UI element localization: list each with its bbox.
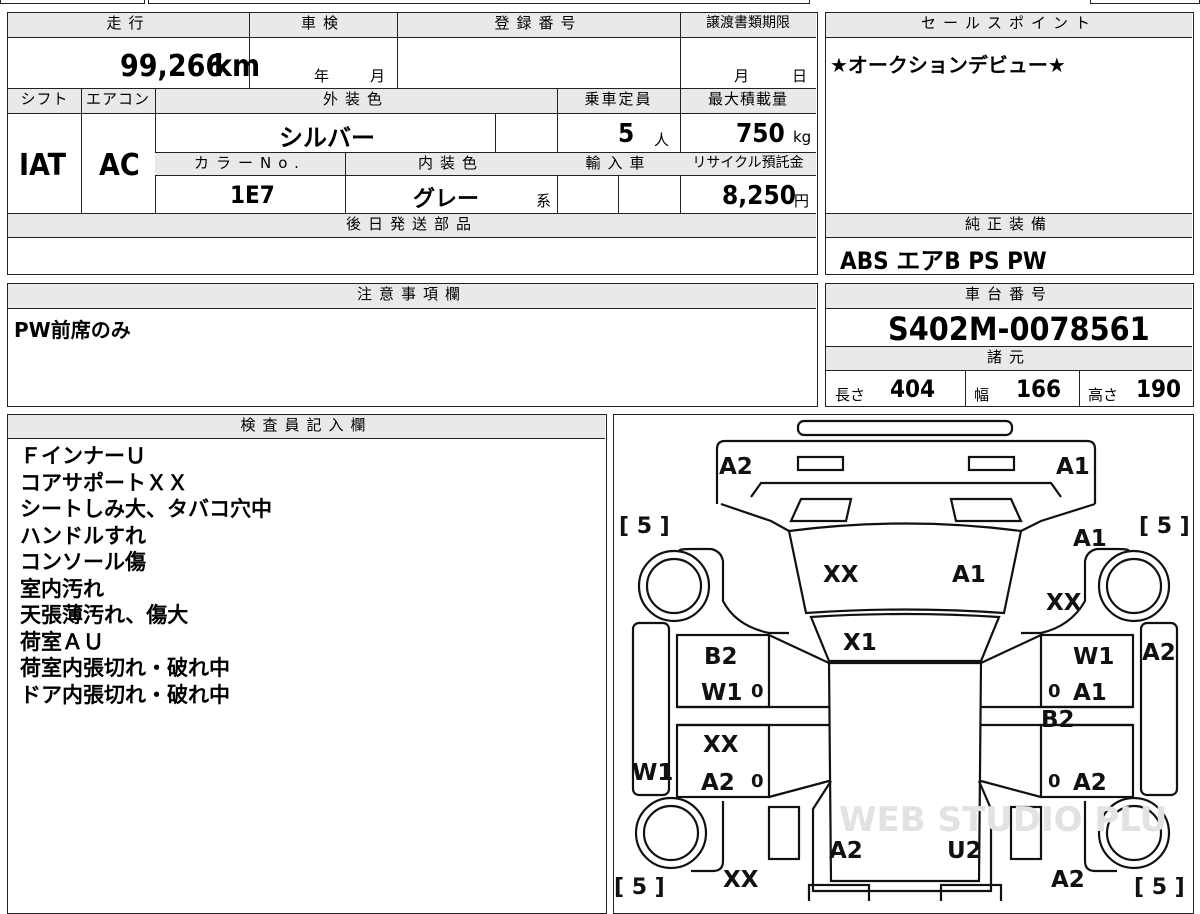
transfer-day: 日	[792, 67, 808, 85]
transfer-deadline-header: 譲渡書類期限	[680, 13, 816, 38]
exterior-color-header: 外装色	[155, 89, 557, 114]
max-load-unit: kg	[793, 128, 812, 146]
color-no-value: 1E7	[230, 181, 275, 209]
inspector-line: ＦインナーＵ	[20, 444, 146, 468]
shift-value: IAT	[19, 148, 67, 183]
capacity-header: 乗車定員	[557, 89, 680, 114]
mark-windshield: X1	[843, 630, 877, 656]
inspector-line: 天張薄汚れ、傷大	[20, 603, 189, 627]
mark-roof-left: A2	[829, 838, 863, 864]
inspector-line: 室内汚れ	[20, 576, 104, 601]
interior-color-suffix: 系	[536, 192, 552, 210]
tire-rating: [ 5 ]	[1139, 514, 1190, 539]
spec-grid: 走行 車検 登録番号 譲渡書類期限 99,266 km 年 月 月 日 シフト …	[7, 12, 818, 275]
inspector-line: コンソール傷	[20, 550, 146, 574]
damage-diagram-box: [ 5 ] [ 5 ] [ 5 ] [ 5 ] 0 0 0 0 A2 A1 XX…	[613, 414, 1194, 914]
sales-point-header: セールスポイント	[826, 13, 1192, 38]
mark-hood-left: XX	[823, 562, 859, 588]
length-label: 長さ	[835, 386, 866, 404]
shaken-header: 車検	[249, 13, 397, 38]
notes-text: PW前席のみ	[14, 318, 131, 342]
mileage-header: 走行	[8, 13, 249, 38]
mark-rear-right: A2	[1051, 867, 1085, 893]
top-strip-right	[1090, 0, 1200, 4]
mileage-unit: km	[214, 49, 261, 84]
zero-mark: 0	[1048, 771, 1061, 792]
top-strip-mid	[148, 0, 810, 4]
recycle-fee-header: リサイクル預託金	[680, 153, 816, 176]
recycle-fee-unit: 円	[794, 192, 810, 210]
tire-rating: [ 5 ]	[619, 514, 670, 539]
mark-fender-right: XX	[1046, 590, 1082, 616]
zero-mark: 0	[751, 681, 764, 702]
shaken-month: 月	[370, 67, 386, 85]
interior-color-value: グレー	[413, 187, 480, 212]
chassis-header: 車台番号	[826, 284, 1192, 309]
tire-rating: [ 5 ]	[1134, 875, 1185, 900]
mark-rear-door-left-2: A2	[701, 770, 735, 796]
capacity-unit: 人	[654, 131, 670, 149]
width-value: 166	[1016, 375, 1062, 403]
chassis-value: S402M-0078561	[888, 310, 1150, 348]
equipment-text: ABS エアB PS PW	[840, 247, 1047, 275]
mark-front-door-right-2: A1	[1073, 680, 1107, 706]
sales-point-box: セールスポイント ★オークションデビュー★ 純正装備 ABS エアB PS PW	[825, 12, 1194, 275]
recycle-fee-value: 8,250	[722, 181, 796, 211]
mark-front-door-left-2: W1	[701, 680, 742, 706]
mark-fender-right-top: A1	[1073, 526, 1107, 552]
shaken-year: 年	[314, 67, 330, 85]
top-strip-left	[0, 0, 145, 4]
mileage-value: 99,266	[120, 49, 225, 84]
interior-color-header: 内装色	[345, 153, 557, 176]
height-value: 190	[1136, 375, 1182, 403]
mark-side-right: A2	[1142, 640, 1176, 666]
mark-front-door-right-1: W1	[1073, 644, 1114, 670]
inspector-header: 検査員記入欄	[8, 415, 605, 439]
width-label: 幅	[974, 386, 990, 404]
notes-box: 注意事項欄 PW前席のみ	[7, 283, 818, 407]
car-diagram: [ 5 ] [ 5 ] [ 5 ] [ 5 ] 0 0 0 0 A2 A1 XX…	[614, 419, 1190, 901]
max-load-value: 750	[736, 119, 785, 149]
mark-hood-right: A1	[952, 562, 986, 588]
inspector-line: ハンドルすれ	[20, 523, 146, 548]
max-load-header: 最大積載量	[680, 89, 816, 114]
mark-side-left: W1	[632, 760, 673, 786]
notes-header: 注意事項欄	[8, 284, 816, 309]
height-label: 高さ	[1088, 386, 1119, 404]
inspector-line: ドア内張切れ・破れ中	[20, 682, 230, 707]
sales-point-text: ★オークションデビュー★	[830, 53, 1066, 77]
mark-front-right: A1	[1056, 454, 1090, 480]
length-value: 404	[890, 375, 936, 403]
exterior-color-value: シルバー	[279, 124, 375, 152]
shift-header: シフト	[8, 89, 81, 114]
mark-rear-door-left-1: XX	[703, 732, 739, 758]
inspector-box: 検査員記入欄 ＦインナーＵ コアサポートＸＸ シートしみ大、タバコ穴中 ハンドル…	[7, 414, 607, 914]
imported-header: 輸入車	[557, 153, 680, 176]
chassis-box: 車台番号 S402M-0078561 諸元 長さ 404 幅 166 高さ 19…	[825, 283, 1194, 407]
specs-header: 諸元	[826, 347, 1192, 371]
zero-mark: 0	[1048, 681, 1061, 702]
mark-roof-right: U2	[947, 838, 982, 864]
later-parts-header: 後日発送部品	[8, 214, 816, 238]
aircon-header: エアコン	[81, 89, 155, 114]
color-no-header: カラーNo.	[155, 153, 345, 176]
mark-rear-left: XX	[723, 867, 759, 893]
reg-no-header: 登録番号	[397, 13, 680, 38]
tire-rating: [ 5 ]	[614, 875, 665, 900]
mark-rear-door-right: A2	[1073, 770, 1107, 796]
equipment-header: 純正装備	[826, 214, 1192, 238]
mark-pillar-right: B2	[1041, 707, 1075, 733]
watermark: WEB STUDIO PLU	[839, 800, 1167, 840]
inspector-line: コアサポートＸＸ	[20, 470, 188, 495]
inspector-line: シートしみ大、タバコ穴中	[20, 497, 272, 521]
mark-front-left: A2	[719, 454, 753, 480]
mark-front-door-left-1: B2	[704, 644, 738, 670]
transfer-month: 月	[734, 67, 750, 85]
inspector-list: ＦインナーＵ コアサポートＸＸ シートしみ大、タバコ穴中 ハンドルすれ コンソー…	[20, 443, 272, 708]
zero-mark: 0	[751, 771, 764, 792]
aircon-value: AC	[99, 148, 140, 183]
capacity-value: 5	[618, 119, 635, 149]
inspector-line: 荷室内張切れ・破れ中	[20, 656, 230, 680]
inspector-line: 荷室ＡＵ	[20, 629, 104, 654]
